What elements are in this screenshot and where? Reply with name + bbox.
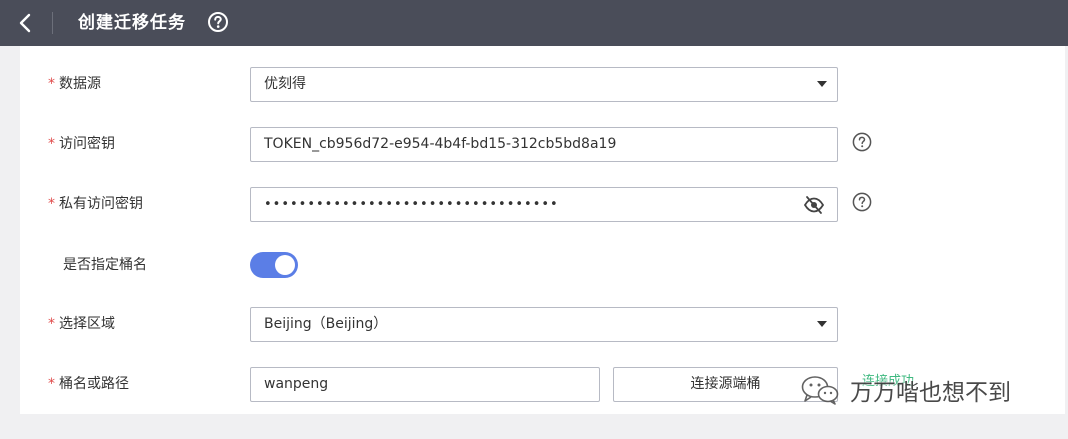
required-marker: * xyxy=(48,316,55,332)
question-circle-icon xyxy=(208,12,228,32)
chevron-left-icon xyxy=(19,13,31,33)
access-key-label-text: 访问密钥 xyxy=(59,136,115,152)
dropdown-caret-icon xyxy=(817,81,827,87)
source-select[interactable]: 优刻得 xyxy=(250,67,838,102)
back-button[interactable] xyxy=(14,11,36,35)
access-key-value: TOKEN_cb956d72-e954-4b4f-bd15-312cb5bd8a… xyxy=(264,136,617,152)
region-label: * 选择区域 xyxy=(48,314,115,334)
secret-key-input[interactable]: •••••••••••••••••••••••••••••••••• xyxy=(250,187,838,222)
secret-key-label: * 私有访问密钥 xyxy=(48,194,143,214)
region-select[interactable]: Beijing（Beijing） xyxy=(250,307,838,342)
secret-key-value: •••••••••••••••••••••••••••••••••• xyxy=(264,197,559,212)
region-select-value: Beijing（Beijing） xyxy=(264,316,388,332)
wechat-logo-icon xyxy=(801,376,839,405)
watermark-text: 万万喈也想不到 xyxy=(850,380,1011,406)
region-label-text: 选择区域 xyxy=(59,316,115,332)
watermark: 万万喈也想不到 xyxy=(800,370,1011,410)
help-button[interactable] xyxy=(207,11,229,33)
required-marker: * xyxy=(48,196,55,212)
bucket-path-value: wanpeng xyxy=(264,376,329,392)
bucket-label-text: 桶名或路径 xyxy=(59,376,129,392)
access-key-help-icon[interactable] xyxy=(852,132,872,152)
toggle-knob xyxy=(275,255,295,275)
specify-bucket-label: 是否指定桶名 xyxy=(63,257,147,273)
dropdown-caret-icon xyxy=(817,321,827,327)
required-marker: * xyxy=(48,376,55,392)
source-label: * 数据源 xyxy=(48,74,101,94)
page-title: 创建迁移任务 xyxy=(78,13,186,33)
access-key-label: * 访问密钥 xyxy=(48,134,115,154)
access-key-input[interactable]: TOKEN_cb956d72-e954-4b4f-bd15-312cb5bd8a… xyxy=(250,127,838,162)
required-marker: * xyxy=(48,136,55,152)
top-bar: 创建迁移任务 xyxy=(0,0,1068,46)
header-divider xyxy=(52,12,53,34)
required-marker: * xyxy=(48,76,55,92)
secret-key-help-icon[interactable] xyxy=(852,192,872,212)
source-label-text: 数据源 xyxy=(59,76,101,92)
bucket-label: * 桶名或路径 xyxy=(48,374,129,394)
source-select-value: 优刻得 xyxy=(264,76,306,92)
secret-key-label-text: 私有访问密钥 xyxy=(59,196,143,212)
eye-off-icon[interactable] xyxy=(803,195,825,215)
bucket-path-input[interactable]: wanpeng xyxy=(250,367,600,402)
specify-bucket-toggle[interactable] xyxy=(250,252,298,278)
